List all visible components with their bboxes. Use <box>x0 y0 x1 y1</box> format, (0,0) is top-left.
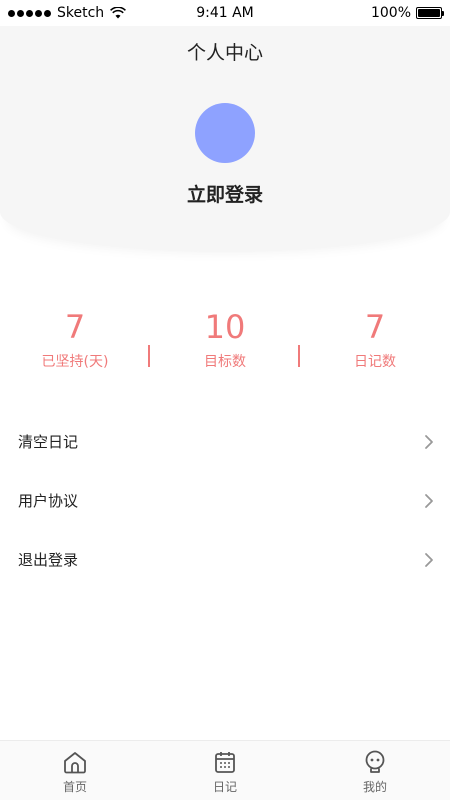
tab-mine[interactable]: 我的 <box>300 741 450 800</box>
tab-home[interactable]: 首页 <box>0 741 150 800</box>
menu-item-logout[interactable]: 退出登录 <box>0 530 450 589</box>
battery-percent: 100% <box>370 5 411 21</box>
tab-label: 我的 <box>362 780 387 794</box>
home-icon <box>62 750 88 774</box>
status-right: 100% <box>370 5 444 21</box>
avatar[interactable] <box>195 103 255 163</box>
stat-goals-label: 目标数 <box>204 354 246 370</box>
chevron-right-icon <box>424 434 434 450</box>
stat-days-value: 7 <box>64 308 86 346</box>
stat-diaries: 7 日记数 <box>300 305 450 380</box>
tab-label: 首页 <box>62 780 87 794</box>
stats-divider <box>298 345 300 367</box>
menu-item-label: 退出登录 <box>18 551 79 569</box>
menu-item-label: 清空日记 <box>18 433 79 451</box>
tab-label: 日记 <box>212 780 237 794</box>
menu-item-user-agreement[interactable]: 用户协议 <box>0 471 450 530</box>
carrier-label: Sketch <box>57 5 105 21</box>
status-left: Sketch <box>8 5 127 21</box>
signal-icon <box>8 9 51 17</box>
tab-bar: 首页 日记 我的 <box>0 740 450 800</box>
stats-row: 7 已坚持(天) 10 目标数 7 日记数 <box>0 305 450 380</box>
stat-days-label: 已坚持(天) <box>41 354 109 370</box>
robot-icon <box>363 750 387 774</box>
page-title: 个人中心 <box>186 42 263 64</box>
settings-menu: 清空日记 用户协议 退出登录 <box>0 412 450 589</box>
stat-diaries-value: 7 <box>364 308 386 346</box>
stat-diaries-label: 日记数 <box>354 354 396 370</box>
stat-goals: 10 目标数 <box>150 305 300 380</box>
chevron-right-icon <box>424 493 434 509</box>
chevron-right-icon <box>424 552 434 568</box>
stat-days: 7 已坚持(天) <box>0 305 150 380</box>
stats-divider <box>148 345 150 367</box>
wifi-icon <box>110 7 127 19</box>
tab-diary[interactable]: 日记 <box>150 741 300 800</box>
menu-item-label: 用户协议 <box>18 492 79 510</box>
battery-icon <box>416 7 444 19</box>
calendar-icon <box>213 750 237 774</box>
stat-goals-value: 10 <box>204 308 246 346</box>
menu-item-clear-diary[interactable]: 清空日记 <box>0 412 450 471</box>
login-button[interactable]: 立即登录 <box>0 180 450 207</box>
status-bar: Sketch 9:41 AM 100% <box>0 0 450 26</box>
